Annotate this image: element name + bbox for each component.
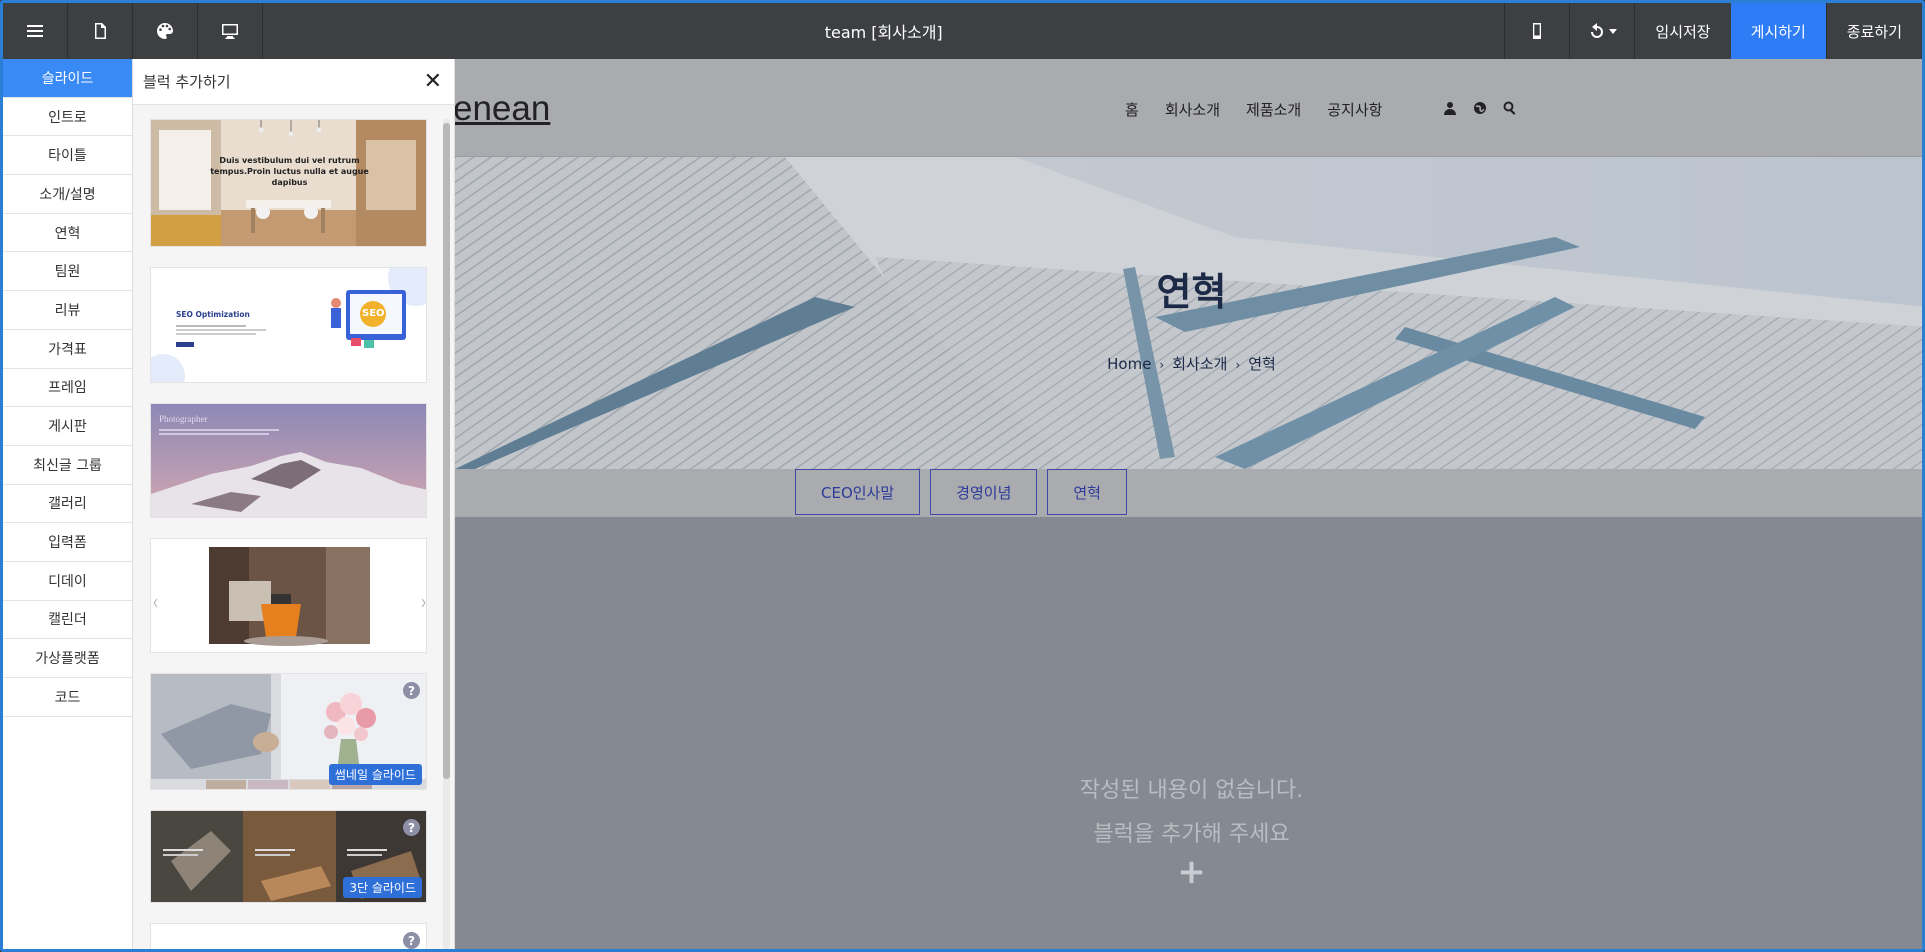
category-frame[interactable]: 프레임 bbox=[3, 369, 132, 408]
block-preview-image bbox=[151, 539, 426, 652]
tab-ceo-greeting[interactable]: CEO인사말 bbox=[795, 469, 921, 515]
page-button[interactable] bbox=[68, 3, 133, 59]
nav-products[interactable]: 제품소개 bbox=[1246, 99, 1301, 120]
sub-tabs-bar: CEO인사말 경영이념 연혁 bbox=[455, 469, 1922, 517]
seo-badge: SEO bbox=[362, 308, 385, 319]
hero-title: 연혁 bbox=[1156, 270, 1227, 314]
panel-scrollbar-thumb[interactable] bbox=[443, 123, 450, 779]
add-block-button[interactable]: + bbox=[455, 852, 1922, 892]
category-virtual-platform[interactable]: 가상플랫폼 bbox=[3, 639, 132, 678]
site-nav: 홈 회사소개 제품소개 공지사항 bbox=[1125, 99, 1382, 120]
category-form[interactable]: 입력폼 bbox=[3, 523, 132, 562]
toolbar-right: 임시저장 게시하기 종료하기 bbox=[1504, 3, 1922, 59]
category-gallery[interactable]: 갤러리 bbox=[3, 485, 132, 524]
site-header-icons bbox=[1443, 101, 1517, 115]
three-column-slide-badge: 3단 슬라이드 bbox=[343, 877, 422, 898]
category-review[interactable]: 리뷰 bbox=[3, 291, 132, 330]
block-thumbnail[interactable]: ? 3단 슬라이드 bbox=[150, 810, 427, 903]
block-thumbnail[interactable]: SEO Optimization SEO bbox=[150, 267, 427, 383]
breadcrumb-separator: › bbox=[1235, 358, 1241, 372]
hero-banner: 연혁 Home › 회사소개 › 연혁 bbox=[455, 157, 1922, 469]
editor-window: team [회사소개] 임시저장 게시하기 종료하기 슬라이드 인트로 타이틀 … bbox=[0, 0, 1925, 952]
block-category-list: 슬라이드 인트로 타이틀 소개/설명 연혁 팀원 리뷰 가격표 프레임 게시판 … bbox=[3, 59, 133, 949]
undo-icon bbox=[1590, 23, 1603, 38]
tab-history[interactable]: 연혁 bbox=[1047, 469, 1127, 515]
globe-icon[interactable] bbox=[1473, 101, 1487, 115]
exit-button[interactable]: 종료하기 bbox=[1825, 3, 1922, 59]
category-intro[interactable]: 인트로 bbox=[3, 98, 132, 137]
thumbnail-slide-badge: 썸네일 슬라이드 bbox=[328, 764, 422, 785]
help-icon[interactable]: ? bbox=[403, 932, 420, 949]
block-thumbnail[interactable]: Duis vestibulum dui vel rutrum tempus.Pr… bbox=[150, 119, 427, 247]
chevron-down-icon bbox=[1608, 28, 1617, 34]
desktop-view-button[interactable] bbox=[198, 3, 263, 59]
breadcrumb: Home › 회사소개 › 연혁 bbox=[455, 353, 1922, 374]
site-logo[interactable]: enean bbox=[455, 89, 550, 129]
category-dday[interactable]: 디데이 bbox=[3, 562, 132, 601]
breadcrumb-about[interactable]: 회사소개 bbox=[1172, 355, 1227, 373]
category-title[interactable]: 타이틀 bbox=[3, 136, 132, 176]
publish-button[interactable]: 게시하기 bbox=[1730, 3, 1826, 59]
close-icon[interactable]: ✕ bbox=[424, 70, 442, 93]
block-thumbnail[interactable]: ? bbox=[150, 923, 427, 949]
thumbnail-heading: Duis vestibulum dui vel rutrum tempus.Pr… bbox=[210, 156, 369, 187]
thumbnail-heading: Photographer bbox=[159, 414, 208, 424]
mobile-icon bbox=[1533, 23, 1542, 39]
block-thumbnail[interactable] bbox=[150, 538, 427, 653]
undo-dropdown bbox=[1588, 22, 1617, 40]
design-button[interactable] bbox=[133, 3, 198, 59]
category-history[interactable]: 연혁 bbox=[3, 214, 132, 253]
nav-home[interactable]: 홈 bbox=[1125, 99, 1139, 120]
search-icon[interactable] bbox=[1503, 101, 1517, 115]
thumbnail-heading: SEO Optimization bbox=[176, 310, 250, 319]
page-icon bbox=[95, 23, 106, 39]
menu-button[interactable] bbox=[3, 3, 68, 59]
site-header: enean 홈 회사소개 제품소개 공지사항 bbox=[455, 59, 1922, 157]
tab-management-philosophy[interactable]: 경영이념 bbox=[930, 469, 1038, 515]
block-thumbnail-list: Duis vestibulum dui vel rutrum tempus.Pr… bbox=[133, 105, 454, 949]
panel-header: 블럭 추가하기 ✕ bbox=[133, 59, 454, 105]
palette-icon bbox=[157, 23, 173, 39]
undo-button[interactable] bbox=[1569, 3, 1634, 59]
category-pricing[interactable]: 가격표 bbox=[3, 330, 132, 369]
site-preview: enean 홈 회사소개 제품소개 공지사항 연혁 Home › 회사소개 › … bbox=[455, 59, 1922, 949]
empty-content-message: 작성된 내용이 없습니다. 블럭을 추가해 주세요 bbox=[455, 769, 1922, 857]
help-icon[interactable]: ? bbox=[403, 682, 420, 699]
help-icon[interactable]: ? bbox=[403, 819, 420, 836]
mobile-view-button[interactable] bbox=[1504, 3, 1569, 59]
category-about[interactable]: 소개/설명 bbox=[3, 175, 132, 214]
temp-save-button[interactable]: 임시저장 bbox=[1634, 3, 1730, 59]
panel-title: 블럭 추가하기 bbox=[143, 73, 231, 91]
empty-line-1: 작성된 내용이 없습니다. bbox=[1079, 778, 1304, 803]
empty-line-2: 블럭을 추가해 주세요 bbox=[1093, 822, 1290, 847]
sub-tabs: CEO인사말 경영이념 연혁 bbox=[795, 469, 1127, 515]
add-block-panel: 블럭 추가하기 ✕ Duis vestibulum dui vel rutrum… bbox=[133, 59, 455, 949]
block-preview-image bbox=[151, 268, 426, 382]
user-icon[interactable] bbox=[1443, 101, 1457, 115]
category-board[interactable]: 게시판 bbox=[3, 407, 132, 446]
breadcrumb-current: 연혁 bbox=[1248, 355, 1276, 373]
breadcrumb-home[interactable]: Home bbox=[1107, 355, 1151, 373]
page-title: team [회사소개] bbox=[824, 23, 943, 42]
desktop-icon bbox=[222, 24, 238, 39]
category-team[interactable]: 팀원 bbox=[3, 252, 132, 292]
top-toolbar: team [회사소개] 임시저장 게시하기 종료하기 bbox=[3, 3, 1922, 59]
category-calendar[interactable]: 캘린더 bbox=[3, 601, 132, 640]
nav-notice[interactable]: 공지사항 bbox=[1327, 99, 1382, 120]
nav-about[interactable]: 회사소개 bbox=[1165, 99, 1220, 120]
block-thumbnail[interactable]: Photographer bbox=[150, 403, 427, 518]
breadcrumb-separator: › bbox=[1159, 358, 1165, 372]
category-code[interactable]: 코드 bbox=[3, 678, 132, 717]
menu-icon bbox=[27, 25, 43, 37]
category-slide[interactable]: 슬라이드 bbox=[3, 59, 132, 98]
block-thumbnail[interactable]: ? 썸네일 슬라이드 bbox=[150, 673, 427, 790]
category-latest-group[interactable]: 최신글 그룹 bbox=[3, 446, 132, 485]
